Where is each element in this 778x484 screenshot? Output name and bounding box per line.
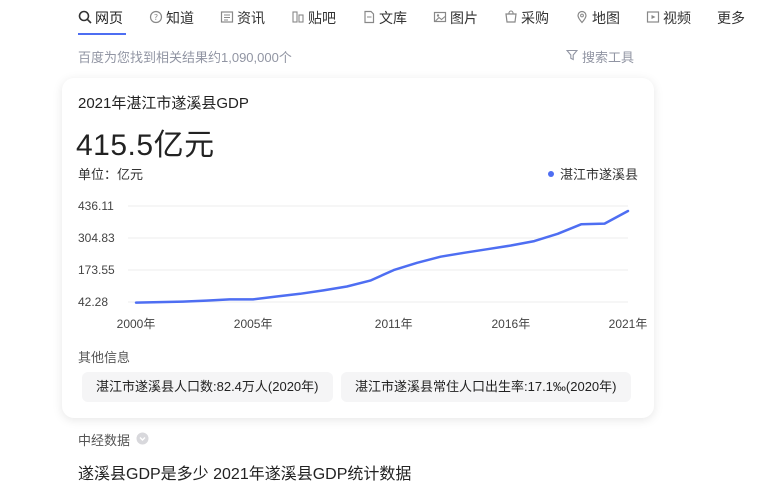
cart-icon [504,9,521,27]
result-count: 百度为您找到相关结果约1,090,000个 [78,50,292,65]
tab-video[interactable]: 视频 [646,9,691,27]
y-tick-label: 304.83 [78,231,115,245]
document-icon [362,10,379,27]
x-axis: 2000年 2005年 2011年 2016年 2021年 [117,317,648,331]
tab-purchase[interactable]: 采购 [504,9,549,27]
x-tick-label: 2005年 [234,317,273,331]
search-tools-button[interactable]: 搜索工具 [565,47,634,66]
y-tick-label: 173.55 [78,263,115,277]
data-source[interactable]: 中经数据 [78,430,149,449]
news-icon [220,10,237,27]
series-line [134,209,630,304]
next-result-title[interactable]: 遂溪县GDP是多少 2021年遂溪县GDP统计数据 [78,460,411,484]
gdp-card: 2021年湛江市遂溪县GDP 415.5亿元 单位：亿元 湛江市遂溪县 436.… [62,78,654,418]
population-pill[interactable]: 湛江市遂溪县人口数:82.4万人(2020年) [82,372,333,402]
gdp-line-chart[interactable]: 436.11304.83173.5542.28 2000年 2005年 2011年 2… [62,198,654,338]
y-axis: 436.11 304.83 173.55 42.28 [78,199,115,309]
tab-web[interactable]: 网页 [78,9,123,27]
map-icon [575,10,592,27]
legend-dot [547,170,554,177]
other-info-label: 其他信息 [78,350,131,365]
tab-zhidao[interactable]: ? 知道 [149,9,194,27]
x-tick-label: 2011年 [375,317,413,331]
y-tick-label: 42.28 [78,295,108,309]
birth-rate-pill[interactable]: 湛江市遂溪县常住人口出生率:17.1‰(2020年) [341,372,631,402]
tab-more[interactable]: 更多 [717,9,745,27]
tab-map[interactable]: 地图 [575,9,620,27]
x-tick-label: 2016年 [492,317,531,331]
tab-images[interactable]: 图片 [433,9,478,27]
y-tick-label: 436.11 [78,199,114,213]
svg-text:?: ? [154,13,158,22]
search-tabs: 网页 ? 知道 资讯 贴吧 文库 图片 采购 地图 视频 更多 [0,0,778,36]
gdp-value: 415.5亿元 [76,129,215,162]
question-icon: ? [149,10,166,27]
unit-label: 单位：亿元 [78,167,144,182]
x-tick-label: 2000年 [117,317,156,331]
tieba-icon [291,10,308,27]
video-icon [646,10,663,27]
legend-label: 湛江市遂溪县 [559,167,638,182]
chevron-down-icon [136,432,149,448]
filter-icon [565,49,582,64]
active-tab-indicator [78,33,126,35]
image-icon [433,10,450,27]
card-title[interactable]: 2021年湛江市遂溪县GDP [78,92,249,113]
tab-news[interactable]: 资讯 [220,9,265,27]
chart-legend: 湛江市遂溪县 [547,164,638,183]
tab-wenku[interactable]: 文库 [362,9,407,27]
x-tick-label: 2021年 [609,317,648,331]
tab-tieba[interactable]: 贴吧 [291,9,336,27]
search-icon [78,10,95,27]
chart-grid [128,205,628,303]
